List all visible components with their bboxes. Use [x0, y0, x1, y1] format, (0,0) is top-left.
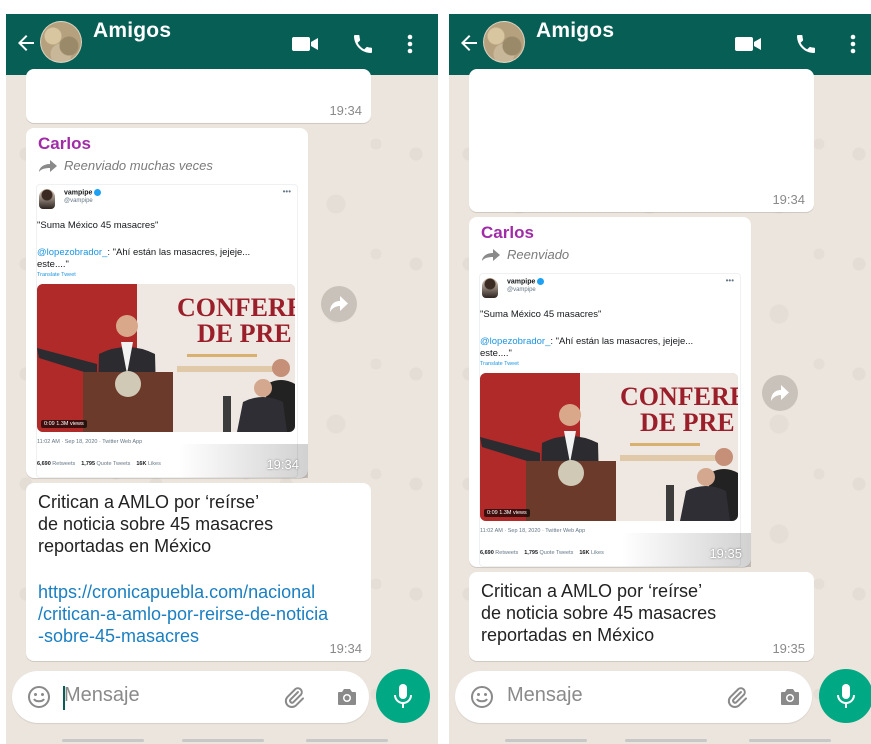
back-arrow-icon[interactable] [457, 31, 481, 55]
forward-arrow-icon [330, 296, 348, 312]
forwarded-label: Reenviado [481, 247, 569, 262]
tweet-author: vampipe [64, 189, 102, 196]
svg-text:CONFERE: CONFERE [620, 382, 738, 411]
sender-name: Carlos [38, 134, 91, 153]
video-call-icon[interactable] [734, 32, 762, 56]
message-time: 19:34 [266, 457, 299, 472]
tweet-video: CONFERE DE PRE 0:09 1.3M views [480, 373, 738, 521]
tweet-more-icon: ••• [725, 276, 734, 285]
press-conference-image: CONFERE DE PRE [480, 373, 738, 521]
forwarded-icon [482, 248, 500, 261]
message-time: 19:35 [709, 546, 742, 561]
tweet-author: vampipe [507, 278, 545, 285]
video-views: 0:09 1.3M views [41, 420, 87, 428]
tweet-stats: 6,690 Retweets 1,795 Quote Tweets 16K Li… [37, 461, 161, 467]
previous-message[interactable]: 19:34 [26, 69, 371, 123]
message-time: 19:34 [329, 103, 362, 118]
phone-icon[interactable] [794, 32, 818, 56]
mic-button[interactable] [819, 669, 871, 723]
tweet-date: 11:02 AM · Sep 18, 2020 · Twitter Web Ap… [37, 439, 143, 445]
forward-button[interactable] [762, 375, 798, 411]
tweet-screenshot[interactable]: vampipe @vampipe ••• "Suma México 45 mas… [479, 273, 741, 567]
mic-button[interactable] [376, 669, 430, 723]
message-composer: Mensaje [12, 671, 369, 723]
svg-text:DE PRE: DE PRE [640, 408, 735, 437]
translate-tweet-link: Translate Tweet [480, 361, 519, 367]
group-avatar[interactable] [483, 21, 525, 63]
link-message[interactable]: Critican a AMLO por ‘reírse’ de noticia … [26, 483, 371, 661]
forwarded-icon [39, 159, 57, 172]
chat-header: Amigos [449, 14, 871, 75]
forwarded-message[interactable]: Carlos Reenviado vampipe @vampipe ••• "S… [469, 217, 751, 567]
back-arrow-icon[interactable] [14, 31, 38, 55]
link-message[interactable]: Critican a AMLO por ‘reírse’ de noticia … [469, 572, 814, 661]
camera-icon[interactable] [335, 685, 359, 709]
message-time: 19:35 [772, 641, 805, 656]
previous-message[interactable]: 19:34 [469, 69, 814, 212]
forward-arrow-icon [771, 385, 789, 401]
chat-screen-right: Amigos 19:34 Carlos Reenviado vampipe @v… [449, 14, 871, 744]
tweet-screenshot[interactable]: vampipe @vampipe ••• "Suma México 45 mas… [36, 184, 298, 478]
message-input[interactable]: Mensaje [64, 684, 140, 707]
system-nav-bar [6, 736, 438, 744]
emoji-icon[interactable] [470, 685, 494, 709]
forward-button[interactable] [321, 286, 357, 322]
svg-text:CONFERE: CONFERE [177, 293, 295, 322]
message-time: 19:34 [329, 641, 362, 656]
forwarded-message[interactable]: Carlos Reenviado muchas veces vampipe @v… [26, 128, 308, 478]
tweet-date: 11:02 AM · Sep 18, 2020 · Twitter Web Ap… [480, 528, 586, 534]
message-input[interactable]: Mensaje [507, 684, 583, 707]
attach-icon[interactable] [725, 685, 749, 709]
message-composer: Mensaje [455, 671, 812, 723]
tweet-handle: @vampipe [64, 198, 93, 204]
sender-name: Carlos [481, 223, 534, 242]
tweet-more-icon: ••• [282, 187, 291, 196]
phone-icon[interactable] [351, 32, 375, 56]
tweet-stats: 6,690 Retweets 1,795 Quote Tweets 16K Li… [480, 550, 604, 556]
group-avatar[interactable] [40, 21, 82, 63]
verified-icon [94, 189, 102, 196]
tweet-video: CONFERE DE PRE 0:09 1.3M views [37, 284, 295, 432]
attach-icon[interactable] [282, 685, 306, 709]
tweet-reply: @lopezobrador_: "Ahí están las masacres,… [37, 247, 251, 270]
press-conference-image: CONFERE DE PRE [37, 284, 295, 432]
message-time: 19:34 [772, 192, 805, 207]
tweet-avatar [39, 189, 55, 209]
message-text: Critican a AMLO por ‘reírse’ de noticia … [38, 492, 274, 556]
forwarded-text: Reenviado [507, 247, 570, 262]
chat-header: Amigos [6, 14, 438, 75]
tweet-text: "Suma México 45 masacres" [480, 309, 602, 320]
video-views: 0:09 1.3M views [484, 509, 530, 517]
svg-text:DE PRE: DE PRE [197, 319, 292, 348]
mic-icon [837, 684, 855, 708]
translate-tweet-link: Translate Tweet [37, 272, 76, 278]
camera-icon[interactable] [778, 685, 802, 709]
forwarded-text: Reenviado muchas veces [64, 158, 213, 173]
message-text: Critican a AMLO por ‘reírse’ de noticia … [481, 581, 717, 645]
tweet-text: "Suma México 45 masacres" [37, 220, 159, 231]
tweet-avatar [482, 278, 498, 298]
emoji-icon[interactable] [27, 685, 51, 709]
tweet-handle: @vampipe [507, 287, 536, 293]
system-nav-bar [449, 736, 871, 744]
video-call-icon[interactable] [291, 32, 319, 56]
forwarded-label: Reenviado muchas veces [38, 158, 213, 173]
mic-icon [394, 684, 412, 708]
more-vert-icon[interactable] [847, 32, 859, 56]
tweet-reply: @lopezobrador_: "Ahí están las masacres,… [480, 336, 694, 359]
chat-title[interactable]: Amigos [536, 19, 614, 43]
more-vert-icon[interactable] [404, 32, 416, 56]
chat-screen-left: Amigos 19:34 Carlos Reenviado muchas vec… [6, 14, 438, 744]
message-link[interactable]: https://cronicapuebla.com/nacional /crit… [38, 581, 328, 647]
chat-title[interactable]: Amigos [93, 19, 171, 43]
verified-icon [537, 278, 545, 285]
